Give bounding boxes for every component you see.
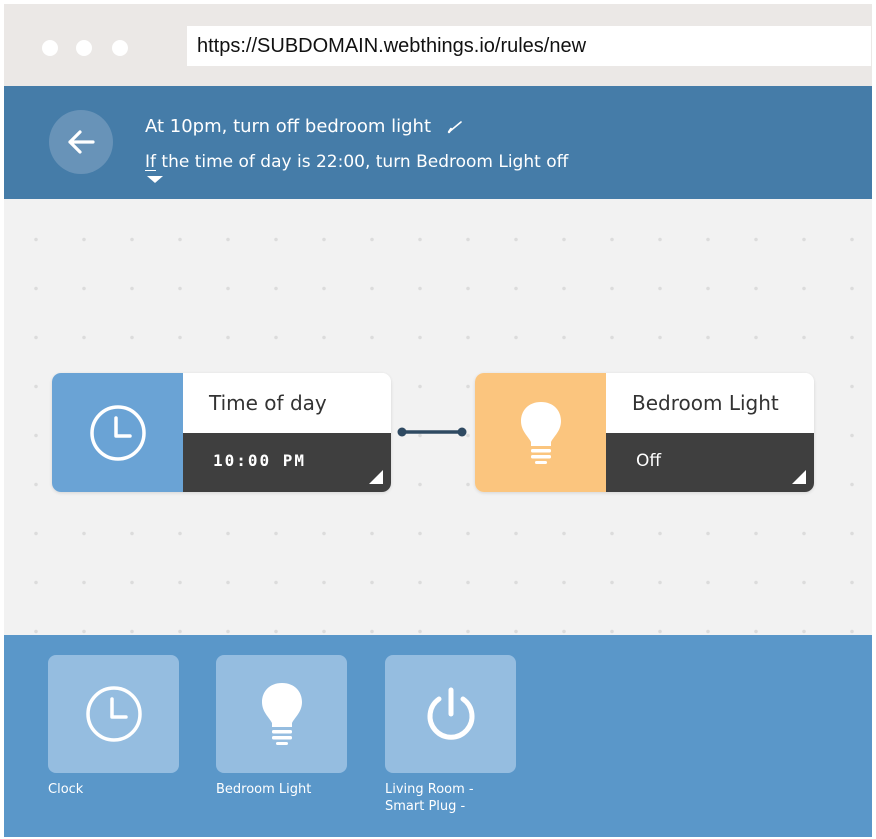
if-dropdown-caret-icon[interactable] [147, 176, 163, 183]
value-dropdown-corner-icon [792, 470, 806, 484]
action-name: Bedroom Light [606, 373, 814, 433]
back-button[interactable] [49, 110, 113, 174]
trigger-value-selector[interactable]: 10:00 PM [183, 433, 391, 492]
rule-canvas[interactable]: Time of day 10:00 PM Bedroom Light Off [4, 199, 872, 635]
address-bar-url: https://SUBDOMAIN.webthings.io/rules/new [197, 35, 587, 57]
rule-if-selector[interactable]: If [145, 152, 156, 172]
rule-description-text: the time of day is 22:00, turn Bedroom L… [156, 152, 569, 172]
rule-name[interactable]: At 10pm, turn off bedroom light [145, 116, 463, 137]
trigger-icon-pane [52, 373, 183, 492]
trigger-value: 10:00 PM [213, 451, 307, 470]
palette-item-label: Clock [48, 782, 84, 797]
action-icon-pane [475, 373, 606, 492]
value-dropdown-corner-icon [369, 470, 383, 484]
browser-chrome: https://SUBDOMAIN.webthings.io/rules/new [4, 4, 872, 86]
back-arrow-icon [68, 130, 95, 154]
action-block[interactable]: Bedroom Light Off [475, 373, 814, 492]
window-dot-2 [76, 40, 92, 56]
palette-item-bedroom-light[interactable]: Bedroom Light [216, 655, 347, 798]
palette-tile[interactable] [385, 655, 516, 773]
action-value-selector[interactable]: Off [606, 433, 814, 492]
window-dot-1 [42, 40, 58, 56]
palette-tile[interactable] [216, 655, 347, 773]
palette-item-label: Bedroom Light [216, 782, 312, 797]
rule-description: If the time of day is 22:00, turn Bedroo… [145, 152, 568, 172]
clock-icon [89, 404, 146, 461]
address-bar[interactable]: https://SUBDOMAIN.webthings.io/rules/new [187, 26, 871, 66]
edit-pencil-icon[interactable] [447, 120, 463, 134]
palette-tile[interactable] [48, 655, 179, 773]
palette-item-clock[interactable]: Clock [48, 655, 179, 798]
rule-connector [397, 427, 467, 437]
palette-item-label: Living Room - Smart Plug - [385, 782, 474, 814]
power-icon [427, 687, 474, 740]
window-dot-3 [112, 40, 128, 56]
rule-header: At 10pm, turn off bedroom light If the t… [4, 86, 872, 199]
action-value: Off [636, 451, 662, 471]
browser-window: https://SUBDOMAIN.webthings.io/rules/new… [4, 4, 872, 837]
trigger-name: Time of day [183, 373, 391, 433]
palette-item-living-room-smart-plug[interactable]: Living Room - Smart Plug - [385, 655, 516, 815]
clock-icon [85, 686, 142, 742]
device-palette: Clock Bedroom Light Living Room - Smart … [4, 635, 872, 837]
rule-name-text: At 10pm, turn off bedroom light [145, 116, 432, 137]
trigger-block[interactable]: Time of day 10:00 PM [52, 373, 391, 492]
light-bulb-icon [520, 401, 561, 464]
light-bulb-icon [261, 683, 302, 745]
